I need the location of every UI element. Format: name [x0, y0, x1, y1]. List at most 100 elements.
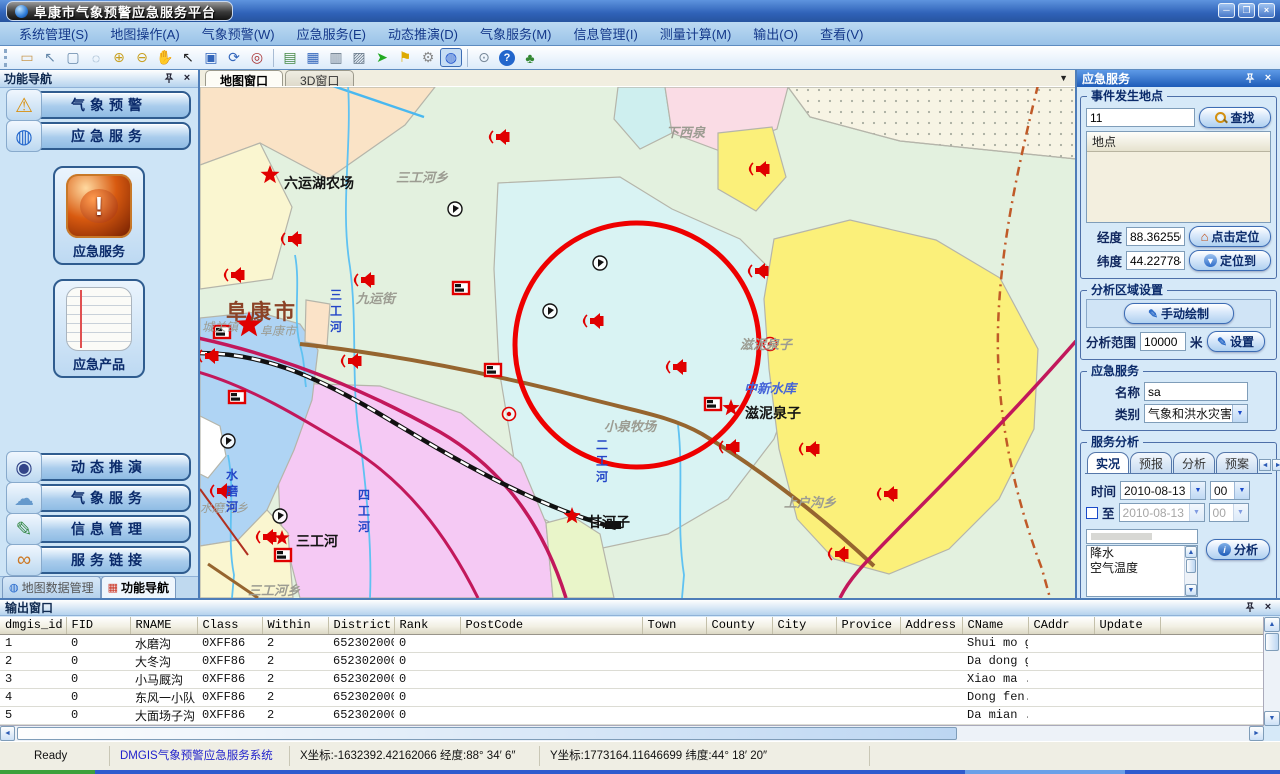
hour-select[interactable]: 00▼	[1210, 481, 1250, 500]
analyze-button[interactable]: i分析	[1206, 539, 1270, 560]
tab-scroll-right-icon[interactable]: ►	[1272, 459, 1280, 471]
column-header[interactable]: Update	[1094, 617, 1160, 634]
nav-item-weather-warning[interactable]: ⚠气象预警	[7, 91, 191, 119]
nav-item-dynamic-deduction[interactable]: ◉动态推演	[7, 453, 191, 481]
select-rect-icon[interactable]: ▢	[62, 48, 84, 67]
legend-tree-icon[interactable]: ♣	[519, 48, 541, 67]
column-header[interactable]: FID	[66, 617, 130, 634]
service-name-input[interactable]	[1144, 382, 1248, 401]
column-header[interactable]: Rank	[394, 617, 460, 634]
menu-item[interactable]: 地图操作(A)	[99, 24, 190, 43]
nav-item-weather-service[interactable]: ☁气象服务	[7, 484, 191, 512]
table-row[interactable]: 30小马厩沟0XFF8626523020000Xiao ma ...	[0, 670, 1264, 688]
pan-hand-icon[interactable]: ✋	[154, 48, 176, 67]
date-select[interactable]: 2010-08-13▼	[1120, 481, 1206, 500]
zoom-in-icon[interactable]: ⊕	[108, 48, 130, 67]
nav-item-info-management[interactable]: ✎信息管理	[7, 515, 191, 543]
select-point-icon[interactable]: ↖	[39, 48, 61, 67]
layers-icon[interactable]: ▤	[279, 48, 301, 67]
restore-button[interactable]: ❐	[1238, 3, 1255, 18]
settings-gear-icon[interactable]: ⚙	[417, 48, 439, 67]
pin-icon[interactable]	[1243, 601, 1257, 614]
big-button-emergency-product[interactable]: 应急产品	[53, 279, 145, 378]
tab-map-window[interactable]: 地图窗口	[205, 70, 283, 86]
column-header[interactable]: CAddr	[1028, 617, 1094, 634]
tab-analyze[interactable]: 分析	[1173, 452, 1215, 473]
table-row[interactable]: 40东风一小队0XFF8626523020000Dong fen...	[0, 688, 1264, 706]
service-type-select[interactable]: 气象和洪水灾害 ▼	[1144, 404, 1248, 423]
search-button[interactable]: 查找	[1199, 107, 1271, 128]
menu-item[interactable]: 信息管理(I)	[563, 24, 649, 43]
column-header[interactable]: Town	[642, 617, 706, 634]
tab-scroll-left-icon[interactable]: ◄	[1259, 459, 1271, 471]
big-button-emergency-service[interactable]: !应急服务	[53, 166, 145, 265]
table-row[interactable]: 50大面场子沟0XFF8626523020000Da mian ...	[0, 706, 1264, 724]
table-row[interactable]: 20大冬沟0XFF8626523020000Da dong gou	[0, 652, 1264, 670]
zoom-scale-icon[interactable]: ◎	[246, 48, 268, 67]
scroll-down-icon[interactable]: ▼	[1264, 711, 1280, 726]
goto-location-button[interactable]: ▼定位到	[1189, 250, 1271, 271]
column-header[interactable]: dmgis_id	[0, 617, 66, 634]
close-icon[interactable]: ×	[180, 72, 194, 85]
column-header[interactable]: City	[772, 617, 836, 634]
measure-icon[interactable]: ▭	[16, 48, 38, 67]
dropdown-arrow-icon[interactable]: ▼	[1234, 482, 1249, 499]
menu-item[interactable]: 输出(O)	[742, 24, 809, 43]
tab-func-nav[interactable]: ▦功能导航	[101, 576, 176, 598]
full-extent-icon[interactable]: ▣	[200, 48, 222, 67]
output-horizontal-scrollbar[interactable]: ◄ ►	[0, 726, 1264, 741]
window-list-dropdown-icon[interactable]: ▼	[1059, 73, 1068, 83]
menu-item[interactable]: 气象预警(W)	[191, 24, 286, 43]
globe-view-icon[interactable]: ◍	[440, 48, 462, 67]
column-header[interactable]: County	[706, 617, 772, 634]
scroll-up-icon[interactable]: ▲	[1185, 546, 1197, 558]
listbox-scrollbar[interactable]: ▲ ▼	[1184, 546, 1197, 596]
menu-item[interactable]: 查看(V)	[809, 24, 874, 43]
tab-live[interactable]: 实况	[1087, 452, 1129, 473]
select-free-icon[interactable]: ◌	[85, 48, 107, 67]
print-icon[interactable]: ▥	[325, 48, 347, 67]
close-button[interactable]: ×	[1258, 3, 1275, 18]
column-header[interactable]: Class	[197, 617, 262, 634]
export-image-icon[interactable]: ▦	[302, 48, 324, 67]
help-icon[interactable]: ?	[499, 50, 515, 66]
dropdown-arrow-icon[interactable]: ▼	[1232, 405, 1247, 422]
minimize-button[interactable]: ─	[1218, 3, 1235, 18]
column-header[interactable]: Within	[262, 617, 328, 634]
scroll-up-icon[interactable]: ▲	[1264, 617, 1280, 632]
analysis-range-input[interactable]	[1140, 332, 1186, 351]
visibility-eye-icon[interactable]: ⊙	[473, 48, 495, 67]
placemark-icon[interactable]: ⚑	[394, 48, 416, 67]
tab-map-data[interactable]: ◍地图数据管理	[2, 576, 101, 598]
menu-item[interactable]: 应急服务(E)	[286, 24, 377, 43]
to-checkbox[interactable]	[1086, 507, 1098, 519]
menu-item[interactable]: 测量计算(M)	[649, 24, 743, 43]
map-canvas[interactable]: 六运湖农场三工河乡下西泉九运街阜康市城关镇阜康市滋泥泉子中新水库滋泥泉子小泉牧场…	[200, 87, 1075, 598]
scroll-left-icon[interactable]: ◄	[0, 726, 15, 741]
pin-icon[interactable]	[1243, 72, 1257, 85]
pin-icon[interactable]	[162, 72, 176, 85]
latitude-input[interactable]	[1126, 251, 1185, 270]
pointer-icon[interactable]: ↖	[177, 48, 199, 67]
toolbar-grip[interactable]	[4, 49, 10, 67]
longitude-input[interactable]	[1126, 227, 1185, 246]
column-header[interactable]: PostCode	[460, 617, 642, 634]
column-header[interactable]: RNAME	[130, 617, 197, 634]
close-icon[interactable]: ×	[1261, 601, 1275, 614]
table-row[interactable]: 10水磨沟0XFF8626523020000Shui mo gou	[0, 634, 1264, 652]
tab-forecast[interactable]: 预报	[1130, 452, 1172, 473]
element-listbox[interactable]: 降水空气温度 ▲ ▼	[1086, 545, 1198, 597]
tab-3d-window[interactable]: 3D窗口	[285, 70, 354, 86]
column-header[interactable]: Address	[900, 617, 962, 634]
location-keyword-input[interactable]	[1086, 108, 1195, 127]
location-list[interactable]: 地点	[1086, 131, 1271, 223]
list-item[interactable]: 降水	[1087, 546, 1183, 561]
output-vertical-scrollbar[interactable]: ▲ ▼	[1264, 617, 1280, 726]
scroll-right-icon[interactable]: ►	[1249, 726, 1264, 741]
set-range-button[interactable]: ✎设置	[1207, 331, 1265, 352]
menu-item[interactable]: 气象服务(M)	[469, 24, 563, 43]
pick-feature-icon[interactable]: ➤	[371, 48, 393, 67]
click-locate-button[interactable]: ⌂点击定位	[1189, 226, 1271, 247]
dropdown-arrow-icon[interactable]: ▼	[1190, 482, 1205, 499]
scroll-down-icon[interactable]: ▼	[1185, 584, 1197, 596]
